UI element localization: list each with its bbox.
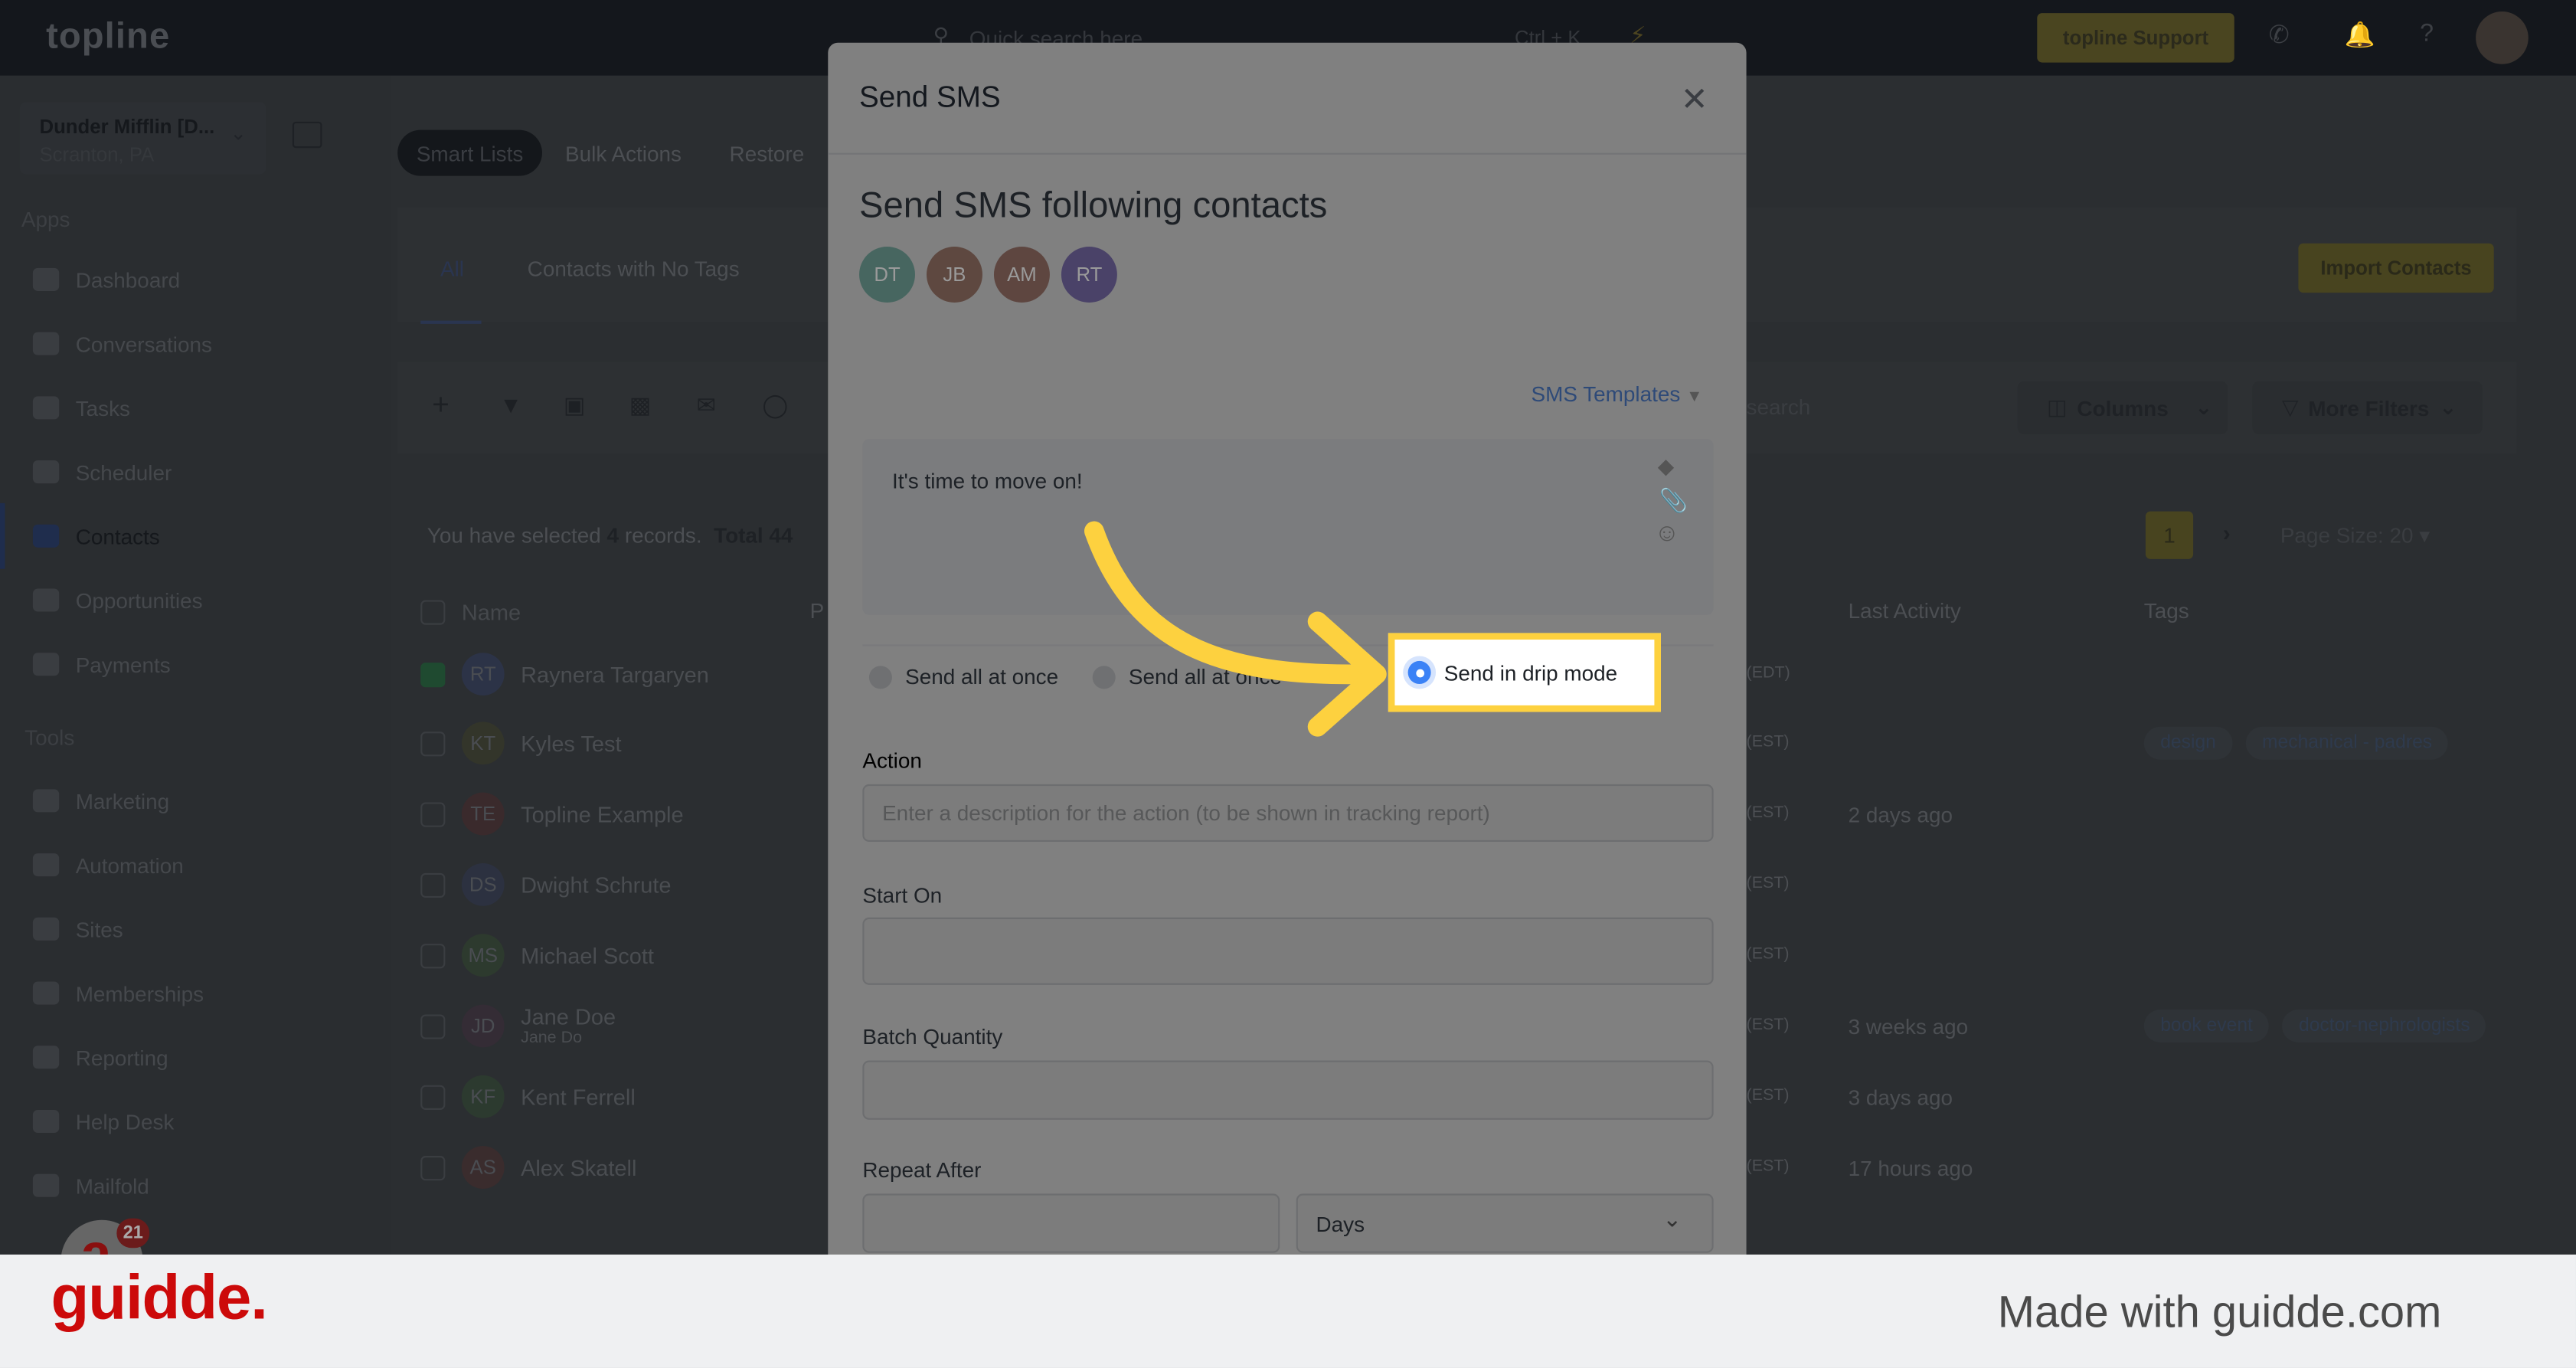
- screen: topline ⚲ Quick search here Ctrl + K ⚡ t…: [0, 0, 2576, 1368]
- made-with-guidde: Made with guidde.com: [1997, 1287, 2442, 1337]
- guidde-logo: guidde.: [51, 1264, 268, 1334]
- annotation-arrow-icon: [1084, 521, 1387, 737]
- guidde-footer: guidde. Made with guidde.com: [0, 1254, 2576, 1368]
